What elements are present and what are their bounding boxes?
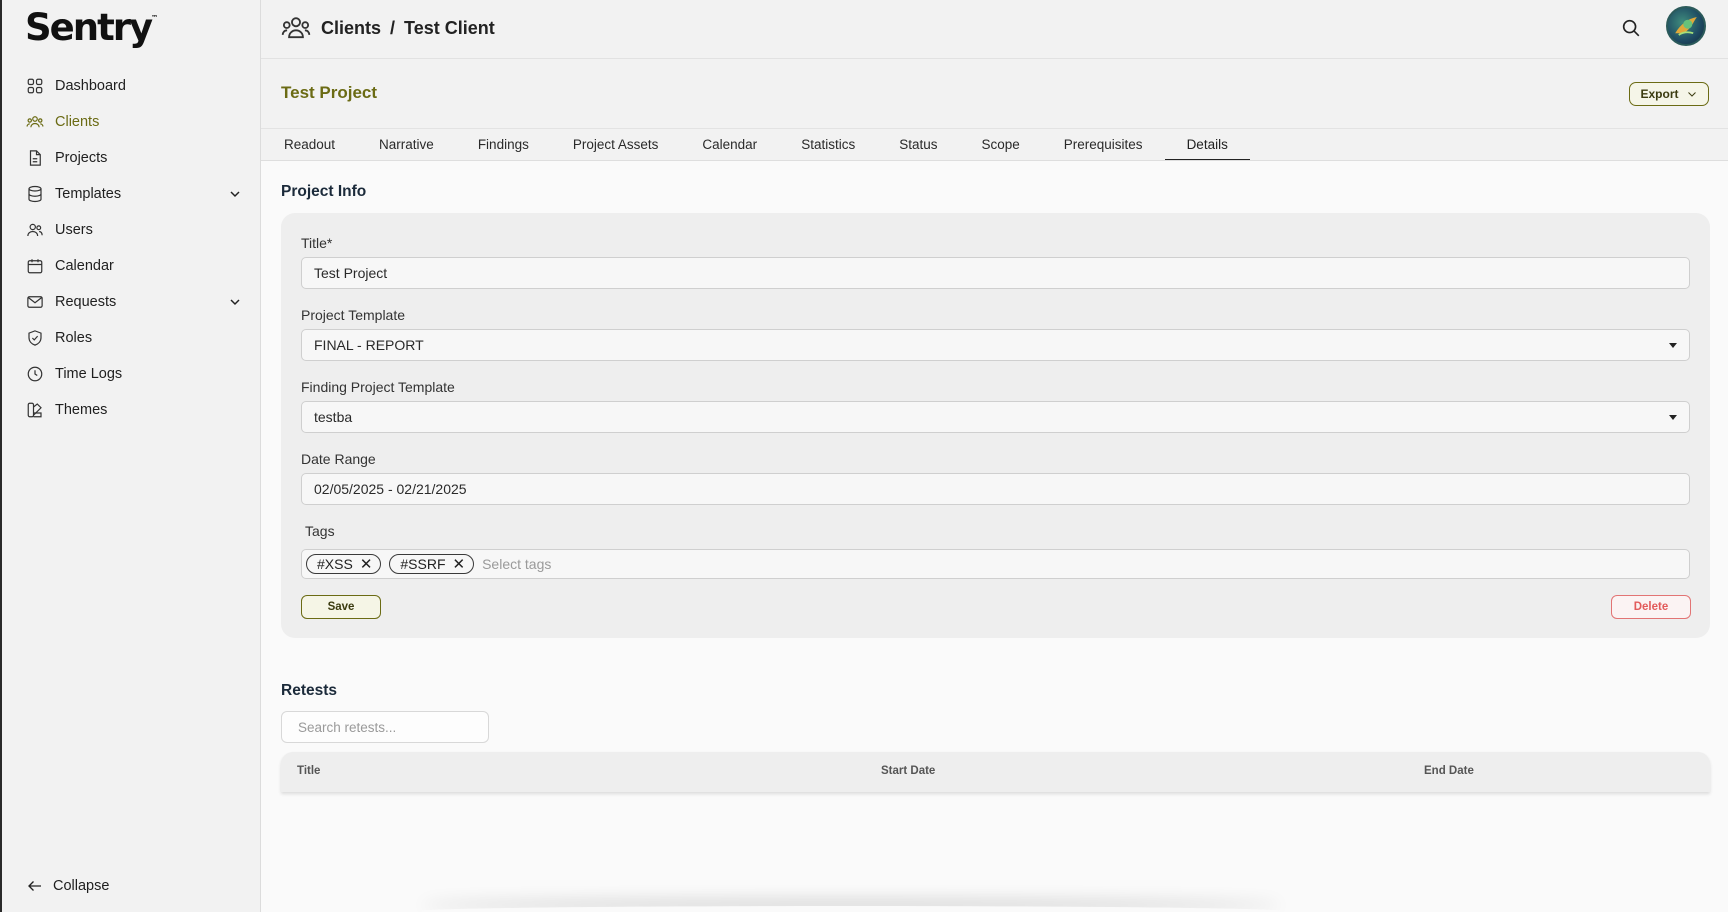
search-retests-input[interactable] <box>281 711 489 743</box>
title-value: Test Project <box>314 265 388 281</box>
retests-title: Retests <box>281 682 337 699</box>
sidebar-item-label: Themes <box>55 402 108 418</box>
tag-label: #SSRF <box>400 556 446 572</box>
breadcrumb-clients-link[interactable]: Clients <box>321 18 381 39</box>
sidebar-item-clients[interactable]: Clients <box>2 104 261 140</box>
caret-down-icon <box>1669 415 1677 420</box>
sidebar-item-label: Requests <box>55 294 117 310</box>
sidebar-item-label: Time Logs <box>55 366 123 382</box>
sidebar-item-label: Roles <box>55 330 93 346</box>
tag-chip: #SSRF ✕ <box>389 554 475 574</box>
breadcrumb-separator: / <box>390 17 396 38</box>
project-template-label: Project Template <box>301 307 406 323</box>
column-header-title[interactable]: Title <box>297 765 320 777</box>
sidebar-item-label: Templates <box>55 186 122 202</box>
main-content: Clients / Test Client Test Project Expor… <box>261 0 1728 912</box>
caret-down-icon <box>1669 343 1677 348</box>
sidebar-item-label: Clients <box>55 114 100 130</box>
breadcrumb-current: Test Client <box>404 17 495 38</box>
save-button[interactable]: Save <box>301 595 381 619</box>
tab-details[interactable]: Details <box>1164 129 1250 160</box>
sidebar-item-time-logs[interactable]: Time Logs <box>2 356 261 392</box>
collapse-sidebar-button[interactable]: Collapse <box>26 877 109 895</box>
document-icon <box>29 150 41 166</box>
date-range-value: 02/05/2025 - 02/21/2025 <box>314 481 467 497</box>
clock-icon <box>27 366 43 382</box>
sidebar-item-themes[interactable]: Themes <box>2 392 261 428</box>
sidebar-item-calendar[interactable]: Calendar <box>2 248 261 284</box>
tags-label: Tags <box>305 523 335 539</box>
title-input[interactable]: Test Project <box>301 257 1690 289</box>
arrow-left-icon <box>28 881 41 891</box>
sidebar-item-projects[interactable]: Projects <box>2 140 261 176</box>
title-label: Title* <box>301 235 333 251</box>
sidebar-item-dashboard[interactable]: Dashboard <box>2 68 261 104</box>
finding-template-select[interactable]: testba <box>301 401 1690 433</box>
project-info-card: Title* Test Project Project Template FIN… <box>281 213 1710 638</box>
users-group-icon <box>26 116 44 128</box>
column-header-start-date[interactable]: Start Date <box>881 765 935 777</box>
tab-calendar[interactable]: Calendar <box>680 129 779 160</box>
date-range-label: Date Range <box>301 451 376 467</box>
tab-findings[interactable]: Findings <box>456 129 551 160</box>
users-group-icon <box>281 17 311 39</box>
sidebar-item-templates[interactable]: Templates <box>2 176 261 212</box>
sidebar-item-label: Projects <box>55 150 108 166</box>
tab-scope[interactable]: Scope <box>959 129 1041 160</box>
chevron-down-icon[interactable] <box>227 186 243 202</box>
tab-statistics[interactable]: Statistics <box>779 129 877 160</box>
project-header: Test Project Export <box>261 59 1728 128</box>
project-info-title: Project Info <box>281 183 367 200</box>
palette-icon <box>27 402 42 418</box>
close-icon[interactable]: ✕ <box>453 555 466 573</box>
chevron-down-icon <box>1687 92 1696 97</box>
collapse-label: Collapse <box>53 878 110 894</box>
database-icon <box>28 185 42 203</box>
date-range-input[interactable]: 02/05/2025 - 02/21/2025 <box>301 473 1690 505</box>
sidebar-item-roles[interactable]: Roles <box>2 320 261 356</box>
sentry-logo[interactable]: Sentry™ <box>25 6 158 49</box>
project-template-select[interactable]: FINAL - REPORT <box>301 329 1690 361</box>
users-icon <box>27 223 43 237</box>
avatar[interactable] <box>1666 6 1706 46</box>
page-title: Test Project <box>281 83 378 102</box>
tag-label: #XSS <box>317 556 353 572</box>
sidebar-nav: Dashboard Clients Projects Templates Use… <box>2 68 261 428</box>
tab-narrative[interactable]: Narrative <box>357 129 456 160</box>
tab-prerequisites[interactable]: Prerequisites <box>1042 129 1165 160</box>
avatar-image-icon <box>1675 17 1697 36</box>
calendar-icon <box>27 259 43 274</box>
finding-template-label: Finding Project Template <box>301 379 455 395</box>
tab-readout[interactable]: Readout <box>262 129 357 160</box>
delete-button[interactable]: Delete <box>1611 595 1691 619</box>
bottom-shadow <box>421 906 1281 912</box>
sidebar-item-requests[interactable]: Requests <box>2 284 261 320</box>
sidebar-item-users[interactable]: Users <box>2 212 261 248</box>
sidebar-item-label: Users <box>55 222 93 238</box>
retests-table: Title Start Date End Date <box>281 752 1710 792</box>
sidebar-item-label: Calendar <box>55 258 114 274</box>
export-button[interactable]: Export <box>1629 82 1709 106</box>
search-icon[interactable] <box>1620 17 1642 39</box>
breadcrumb: Clients / Test Client <box>281 14 495 42</box>
tags-placeholder[interactable]: Select tags <box>482 556 551 572</box>
sidebar-item-label: Dashboard <box>55 78 126 94</box>
tags-input[interactable]: #XSS ✕ #SSRF ✕ Select tags <box>301 549 1690 579</box>
finding-template-value: testba <box>314 409 353 425</box>
project-tabs: Readout Narrative Findings Project Asset… <box>261 128 1728 161</box>
tab-status[interactable]: Status <box>877 129 959 160</box>
tab-project-assets[interactable]: Project Assets <box>551 129 681 160</box>
project-template-value: FINAL - REPORT <box>314 337 424 353</box>
mail-icon <box>27 296 43 308</box>
grid-icon <box>27 78 43 94</box>
sidebar: Sentry™ Dashboard Clients Projects Templ… <box>2 0 261 912</box>
chevron-down-icon[interactable] <box>227 294 243 310</box>
tag-chip: #XSS ✕ <box>306 554 382 574</box>
top-bar: Clients / Test Client <box>261 0 1728 59</box>
export-label: Export <box>1640 87 1679 101</box>
close-icon[interactable]: ✕ <box>360 555 373 573</box>
shield-icon <box>28 330 42 346</box>
column-header-end-date[interactable]: End Date <box>1424 765 1474 777</box>
